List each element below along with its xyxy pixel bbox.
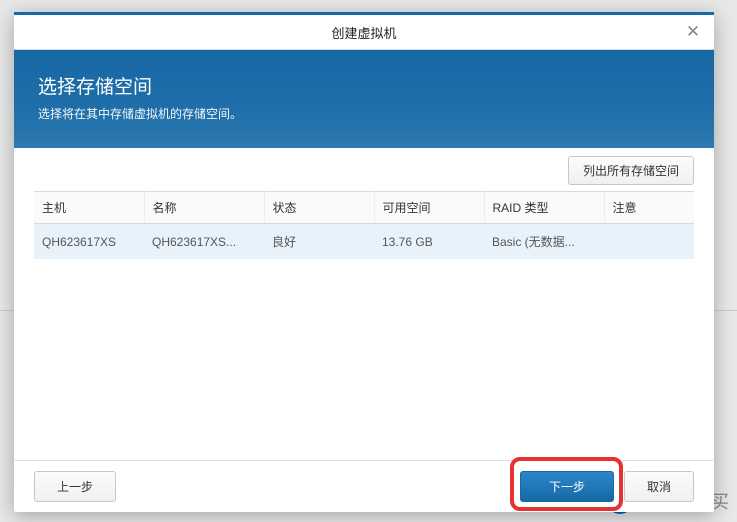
next-button[interactable]: 下一步: [520, 471, 614, 502]
close-icon[interactable]: ✕: [682, 22, 704, 42]
table-row[interactable]: QH623617XS QH623617XS... 良好 13.76 GB Bas…: [34, 224, 694, 260]
storage-table-wrap: 主机 名称 状态 可用空间 RAID 类型 注意 QH623617XS QH62…: [14, 191, 714, 460]
dialog-footer: 上一步 下一步 取消: [14, 460, 714, 512]
cell-host: QH623617XS: [34, 224, 144, 260]
create-vm-dialog: 创建虚拟机 ✕ 选择存储空间 选择将在其中存储虚拟机的存储空间。 列出所有存储空…: [14, 12, 714, 512]
col-header-host[interactable]: 主机: [34, 192, 144, 224]
dialog-titlebar: 创建虚拟机 ✕: [14, 12, 714, 50]
cancel-button[interactable]: 取消: [624, 471, 694, 502]
cell-raid: Basic (无数据...: [484, 224, 604, 260]
footer-right-group: 下一步 取消: [520, 471, 694, 502]
toolbar: 列出所有存储空间: [14, 148, 714, 191]
cell-note: [604, 224, 694, 260]
cell-name: QH623617XS...: [144, 224, 264, 260]
banner-heading: 选择存储空间: [38, 72, 690, 99]
col-header-raid[interactable]: RAID 类型: [484, 192, 604, 224]
list-all-storage-button[interactable]: 列出所有存储空间: [568, 156, 694, 185]
table-header-row: 主机 名称 状态 可用空间 RAID 类型 注意: [34, 192, 694, 224]
col-header-name[interactable]: 名称: [144, 192, 264, 224]
col-header-note[interactable]: 注意: [604, 192, 694, 224]
dialog-title: 创建虚拟机: [331, 23, 396, 42]
col-header-status[interactable]: 状态: [264, 192, 374, 224]
storage-table: 主机 名称 状态 可用空间 RAID 类型 注意 QH623617XS QH62…: [34, 191, 694, 259]
cell-status: 良好: [264, 224, 374, 260]
banner-subtitle: 选择将在其中存储虚拟机的存储空间。: [38, 105, 690, 122]
banner: 选择存储空间 选择将在其中存储虚拟机的存储空间。: [14, 50, 714, 148]
next-button-wrap: 下一步: [520, 471, 614, 502]
back-button[interactable]: 上一步: [34, 471, 116, 502]
cell-space: 13.76 GB: [374, 224, 484, 260]
col-header-space[interactable]: 可用空间: [374, 192, 484, 224]
